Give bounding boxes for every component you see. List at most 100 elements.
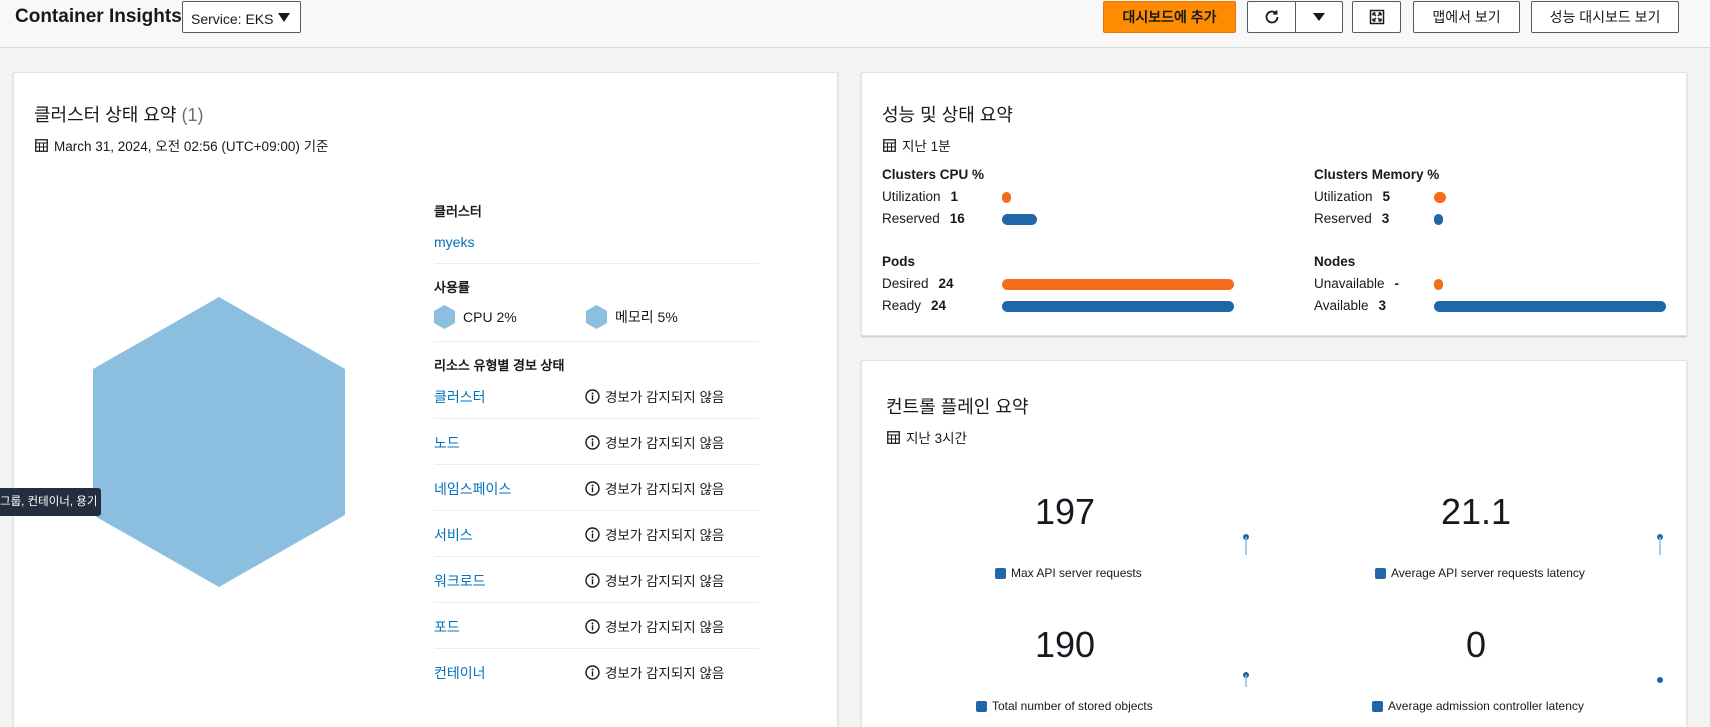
refresh-icon: [1265, 10, 1278, 24]
metric-legend: Average API server requests latency: [1375, 566, 1585, 580]
pods-desired-bar: [1002, 279, 1234, 290]
info-icon: [585, 664, 600, 680]
metric-value: 21.1: [1440, 491, 1512, 532]
memory-utilization-row: Utilization 5: [1314, 189, 1390, 204]
nodes-available-value: 3: [1378, 298, 1387, 313]
add-to-dashboard-button[interactable]: 대시보드에 추가: [1103, 1, 1236, 33]
sparkline[interactable]: [1656, 675, 1664, 685]
metric-label: Average admission controller latency: [1388, 699, 1584, 713]
info-icon: [585, 434, 600, 450]
resource-link[interactable]: 네임스페이스: [434, 479, 511, 499]
resource-link[interactable]: 클러스터: [434, 387, 486, 407]
nodes-available-label: Available: [1314, 298, 1369, 313]
view-in-map-button[interactable]: 맵에서 보기: [1413, 1, 1520, 33]
memory-usage: 메모리 5%: [586, 305, 678, 329]
hexagon-icon: [434, 305, 455, 329]
pods-ready-value: 24: [931, 298, 947, 313]
hexagon-tooltip: 그룹, 컨테이너, 용기: [0, 488, 101, 516]
pods-desired-label: Desired: [882, 276, 929, 291]
info-icon: [585, 618, 600, 634]
caret-down-icon: [1313, 13, 1325, 21]
cpu-usage-text: CPU 2%: [463, 309, 517, 325]
metric-legend: Max API server requests: [995, 566, 1142, 580]
nodes-available-bar: [1434, 301, 1666, 312]
cpu-util-value: 1: [950, 189, 959, 204]
cpu-utilization-row: Utilization 1: [882, 189, 958, 204]
cluster-hexagon[interactable]: [93, 297, 345, 587]
calendar-icon: [883, 138, 896, 152]
cluster-summary-title-text: 클러스터 상태 요약: [34, 105, 177, 125]
fullscreen-button[interactable]: [1352, 1, 1401, 33]
calendar-icon: [35, 138, 48, 152]
divider: [434, 602, 759, 603]
nodes-title: Nodes: [1314, 254, 1356, 269]
mem-util-value: 5: [1382, 189, 1391, 204]
cluster-name-link[interactable]: myeks: [434, 234, 474, 250]
cpu-usage: CPU 2%: [434, 305, 517, 329]
nodes-available-row: Available 3: [1314, 298, 1386, 313]
resource-link[interactable]: 서비스: [434, 525, 473, 545]
resource-link[interactable]: 노드: [434, 433, 460, 453]
cpu-reserved-bar: [1002, 214, 1037, 225]
memory-reserved-row: Reserved 3: [1314, 211, 1389, 226]
cpu-reserved-row: Reserved 16: [882, 211, 965, 226]
mem-reserved-value: 3: [1381, 211, 1390, 226]
hexagon-icon: [586, 305, 607, 329]
mem-reserved-label: Reserved: [1314, 211, 1372, 226]
pods-desired-row: Desired 24: [882, 276, 954, 291]
alarm-status-text: 경보가 감지되지 않음: [605, 528, 725, 543]
refresh-button[interactable]: [1247, 1, 1296, 33]
metric-label: Average API server requests latency: [1391, 566, 1585, 580]
memory-title: Clusters Memory %: [1314, 167, 1440, 182]
service-select[interactable]: Service: EKS: [182, 1, 301, 33]
cluster-label: 클러스터: [434, 204, 482, 219]
nodes-unavailable-label: Unavailable: [1314, 276, 1385, 291]
alarm-status: 경보가 감지되지 않음: [585, 524, 724, 544]
memory-usage-text: 메모리 5%: [615, 309, 678, 325]
metric-legend: Total number of stored objects: [976, 699, 1153, 713]
control-plane-title: 컨트롤 플레인 요약: [886, 397, 1029, 417]
legend-swatch: [995, 567, 1006, 579]
resource-link[interactable]: 워크로드: [434, 571, 486, 591]
alarm-status: 경보가 감지되지 않음: [585, 662, 724, 682]
resource-link[interactable]: 포드: [434, 617, 460, 637]
metric-legend: Average admission controller latency: [1372, 699, 1584, 713]
refresh-options-button[interactable]: [1295, 1, 1343, 33]
expand-icon: [1369, 9, 1384, 25]
pods-ready-label: Ready: [882, 298, 922, 313]
metric-value: 197: [1034, 491, 1096, 532]
cluster-summary-timestamp: March 31, 2024, 오전 02:56 (UTC+09:00) 기준: [35, 135, 328, 155]
calendar-icon: [887, 430, 900, 444]
nodes-unavailable-row: Unavailable -: [1314, 276, 1399, 291]
info-icon: [585, 572, 600, 588]
legend-swatch: [976, 700, 987, 712]
alarm-status-text: 경보가 감지되지 않음: [605, 390, 725, 405]
divider: [434, 341, 759, 342]
sparkline[interactable]: [1242, 533, 1250, 557]
sparkline[interactable]: [1242, 671, 1250, 689]
performance-summary-panel: 성능 및 상태 요약 지난 1분 Clusters CPU % Utilizat…: [861, 72, 1687, 336]
control-plane-period: 지난 3시간: [887, 427, 967, 447]
cpu-util-label: Utilization: [882, 189, 941, 204]
alarm-status-text: 경보가 감지되지 않음: [605, 666, 725, 681]
nodes-unavailable-value: -: [1394, 276, 1400, 291]
pods-ready-row: Ready 24: [882, 298, 946, 313]
control-plane-period-text: 지난 3시간: [906, 431, 967, 446]
info-icon: [585, 526, 600, 542]
memory-reserved-bar: [1434, 214, 1443, 225]
performance-period-text: 지난 1분: [902, 139, 951, 154]
timestamp-text: March 31, 2024, 오전 02:56 (UTC+09:00) 기준: [54, 139, 329, 154]
sparkline[interactable]: [1656, 533, 1664, 557]
alarm-status: 경보가 감지되지 않음: [585, 432, 724, 452]
alarm-status: 경보가 감지되지 않음: [585, 616, 724, 636]
cluster-summary-panel: 클러스터 상태 요약 (1) March 31, 2024, 오전 02:56 …: [13, 72, 838, 727]
info-icon: [585, 388, 600, 404]
resource-link[interactable]: 컨테이너: [434, 663, 486, 683]
view-performance-dashboard-button[interactable]: 성능 대시보드 보기: [1531, 1, 1679, 33]
mem-util-label: Utilization: [1314, 189, 1373, 204]
alarm-status: 경보가 감지되지 않음: [585, 478, 724, 498]
cluster-summary-title: 클러스터 상태 요약 (1): [34, 101, 204, 127]
cpu-reserved-label: Reserved: [882, 211, 940, 226]
alarm-section-label: 리소스 유형별 경보 상태: [434, 358, 565, 373]
divider: [434, 263, 759, 264]
